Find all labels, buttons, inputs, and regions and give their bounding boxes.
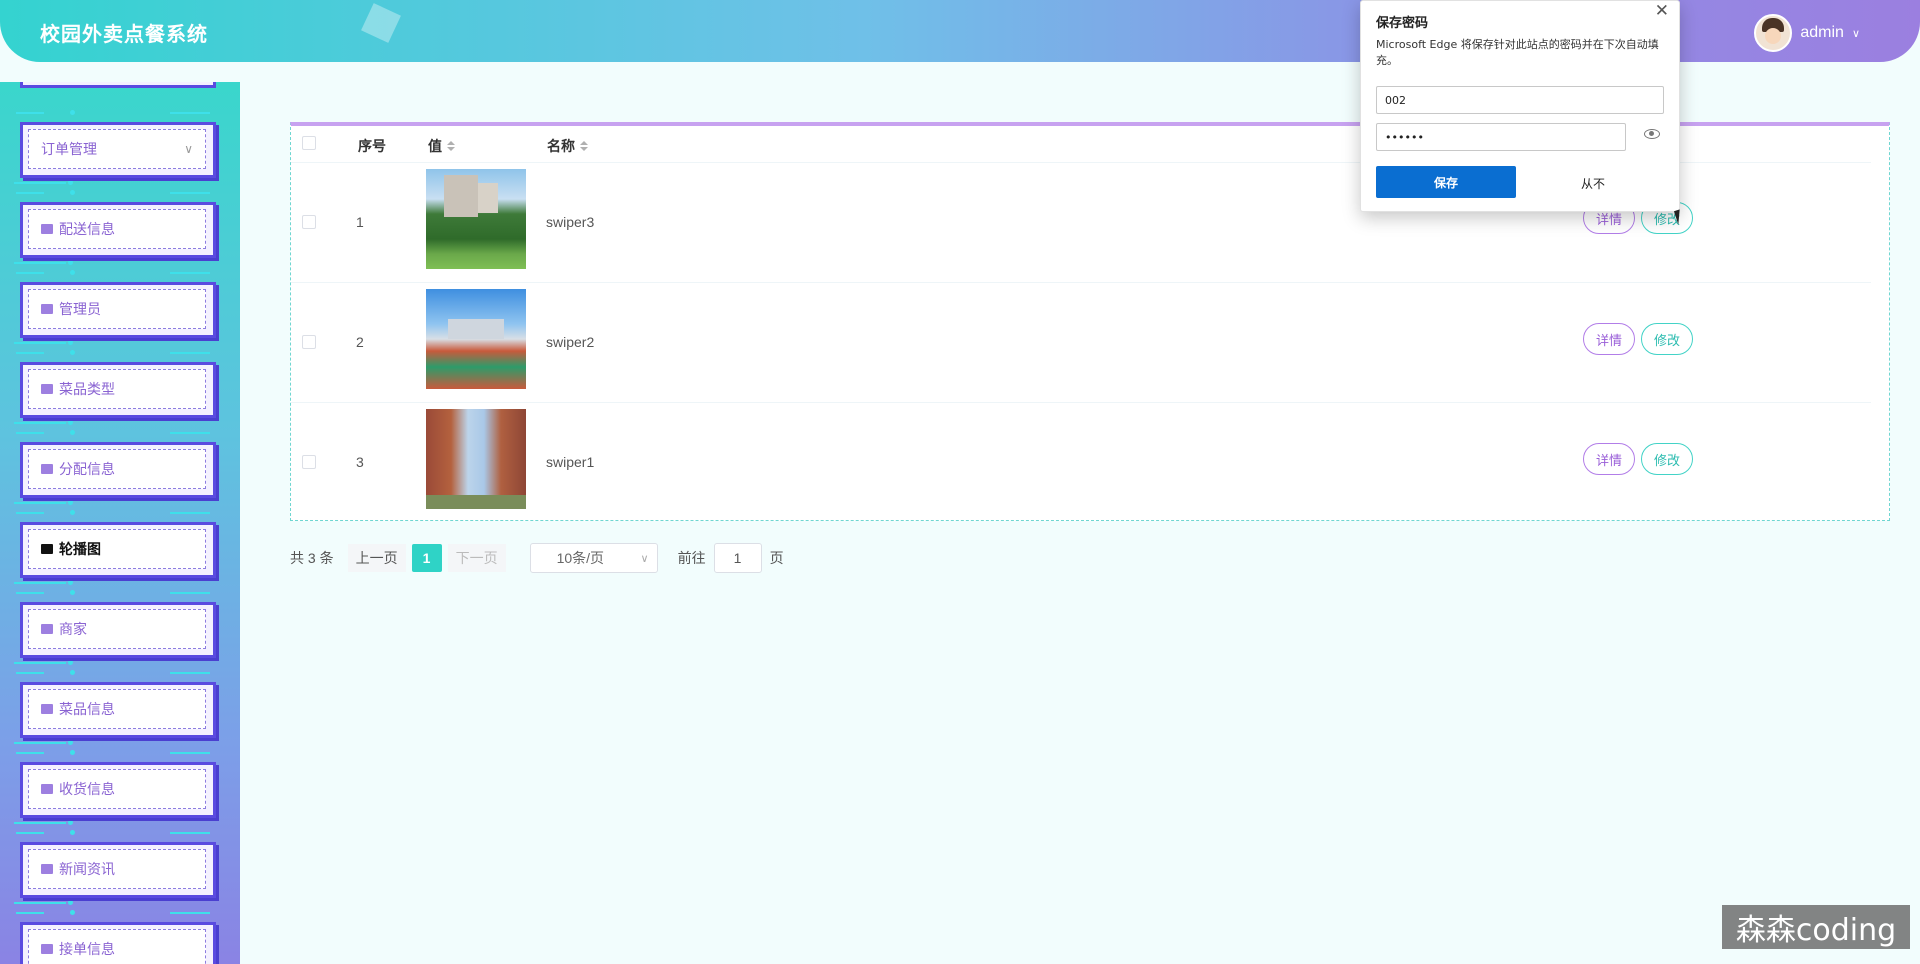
row-name: swiper2 xyxy=(546,334,595,350)
card-icon xyxy=(41,224,53,234)
sidebar-item[interactable]: 收货信息 xyxy=(14,750,216,825)
sidebar-item-inner[interactable]: 订单管理 ∨ xyxy=(28,129,206,169)
sidebar-item-inner[interactable]: 轮播图 xyxy=(28,529,206,569)
sidebar-item-label: 收货信息 xyxy=(59,781,115,797)
box-icon xyxy=(41,784,53,794)
sidebar-item[interactable]: 分配信息 xyxy=(14,430,216,505)
page-number-current[interactable]: 1 xyxy=(411,544,442,572)
news-icon xyxy=(41,864,53,874)
avatar[interactable] xyxy=(1754,14,1793,52)
sidebar-item[interactable]: 接单信息 xyxy=(16,910,216,964)
sidebar-item-inner[interactable]: 菜品类型 xyxy=(28,369,206,409)
swiper-thumbnail[interactable] xyxy=(426,409,526,509)
dialog-title: 保存密码 xyxy=(1376,16,1429,31)
sidebar-item-inner[interactable]: 分配信息 xyxy=(28,449,206,489)
table-row: 2 swiper2 详情 修改 xyxy=(291,282,1871,402)
edit-button[interactable]: 修改 xyxy=(1641,323,1694,355)
sidebar-item[interactable]: 配送信息 xyxy=(14,190,216,265)
app-title: 校园外卖点餐系统 xyxy=(40,22,208,46)
goto-suffix: 页 xyxy=(769,550,784,566)
sidebar-item-label: 轮播图 xyxy=(59,541,101,557)
sidebar-top-fragment xyxy=(20,82,216,88)
save-button[interactable]: 保存 xyxy=(1376,166,1516,198)
goto-page-input[interactable] xyxy=(713,543,762,573)
sort-icon[interactable] xyxy=(580,141,588,151)
sidebar-item-label: 配送信息 xyxy=(59,221,115,237)
sidebar-item[interactable]: 轮播图 xyxy=(14,510,216,585)
swiper-thumbnail[interactable] xyxy=(426,169,526,269)
watermark: 森森coding xyxy=(1722,905,1910,949)
sidebar-item[interactable]: 商家 xyxy=(14,590,216,665)
next-page-button[interactable]: 下一页 xyxy=(447,544,506,572)
row-index: 1 xyxy=(356,214,364,230)
sidebar-item-label: 订单管理 xyxy=(41,141,97,157)
sidebar-item-label: 菜品信息 xyxy=(59,701,115,717)
chevron-down-icon: ∨ xyxy=(640,552,649,565)
page-size-select[interactable]: 10条/页 ∨ xyxy=(529,543,658,573)
goto-label: 前往 xyxy=(677,550,706,566)
col-value[interactable]: 值 xyxy=(428,136,455,156)
header-decoration xyxy=(361,3,401,43)
square-icon xyxy=(41,464,53,474)
close-icon[interactable]: ✕ xyxy=(1655,1,1669,21)
image-icon xyxy=(41,544,53,554)
chevron-down-icon: ∨ xyxy=(184,142,193,156)
user-menu[interactable]: admin ∨ xyxy=(1754,14,1860,52)
row-index: 3 xyxy=(356,454,364,470)
user-icon xyxy=(41,304,53,314)
sidebar-item[interactable]: 菜品类型 xyxy=(14,350,216,425)
sidebar-item-inner[interactable]: 配送信息 xyxy=(28,209,206,249)
sidebar-item[interactable]: 菜品信息 xyxy=(14,670,216,745)
row-index: 2 xyxy=(356,334,364,350)
pagination-total: 共 3 条 xyxy=(290,550,334,566)
person-icon xyxy=(41,624,53,634)
username-field[interactable]: 002 xyxy=(1376,86,1664,114)
eye-icon[interactable] xyxy=(1644,129,1660,139)
col-name[interactable]: 名称 xyxy=(547,136,588,156)
password-field[interactable]: •••••• xyxy=(1376,123,1626,151)
row-name: swiper3 xyxy=(546,214,595,230)
sidebar-item-label: 接单信息 xyxy=(59,941,115,957)
sidebar-item-label: 菜品类型 xyxy=(59,381,115,397)
sidebar-item-inner[interactable]: 收货信息 xyxy=(28,769,206,809)
dialog-description: Microsoft Edge 将保存针对此站点的密码并在下次自动填充。 xyxy=(1376,38,1659,67)
sidebar-item-inner[interactable]: 新闻资讯 xyxy=(28,849,206,889)
sidebar-item-inner[interactable]: 菜品信息 xyxy=(28,689,206,729)
detail-button[interactable]: 详情 xyxy=(1583,443,1636,475)
col-index: 序号 xyxy=(358,138,386,154)
folder-icon xyxy=(41,704,53,714)
select-all-checkbox[interactable] xyxy=(302,136,316,150)
row-checkbox[interactable] xyxy=(302,455,316,469)
sidebar-item[interactable]: 订单管理 ∨ xyxy=(14,110,216,185)
user-name[interactable]: admin xyxy=(1800,24,1844,42)
prev-page-button[interactable]: 上一页 xyxy=(347,544,406,572)
sort-icon[interactable] xyxy=(447,141,455,151)
sidebar-item-label: 商家 xyxy=(59,621,87,637)
never-button[interactable]: 从不 xyxy=(1581,175,1605,192)
sidebar-item-label: 管理员 xyxy=(59,301,101,317)
sidebar: 订单管理 ∨ 配送信息管理员菜品类型分配信息轮播图商家菜品信息收货信息新闻资讯接单信… xyxy=(0,82,240,964)
sidebar-item-inner[interactable]: 接单信息 xyxy=(28,929,206,964)
detail-button[interactable]: 详情 xyxy=(1583,323,1636,355)
table-row: 3 swiper1 详情 修改 xyxy=(291,402,1871,522)
swiper-thumbnail[interactable] xyxy=(426,289,526,389)
sidebar-item[interactable]: 新闻资讯 xyxy=(14,830,216,905)
page-size-value: 10条/页 xyxy=(556,550,605,566)
edit-button[interactable]: 修改 xyxy=(1641,443,1694,475)
sidebar-item-label: 新闻资讯 xyxy=(59,861,115,877)
pagination: 共 3 条 上一页 1 下一页 10条/页 ∨ 前往 页 xyxy=(290,543,784,573)
chevron-down-icon[interactable]: ∨ xyxy=(1852,27,1860,40)
sidebar-item-label: 分配信息 xyxy=(59,461,115,477)
thumb-icon xyxy=(41,384,53,394)
sidebar-item-inner[interactable]: 管理员 xyxy=(28,289,206,329)
sidebar-item[interactable]: 管理员 xyxy=(14,270,216,345)
sidebar-item-inner[interactable]: 商家 xyxy=(28,609,206,649)
row-checkbox[interactable] xyxy=(302,215,316,229)
row-checkbox[interactable] xyxy=(302,335,316,349)
save-password-dialog: 保存密码 ✕ Microsoft Edge 将保存针对此站点的密码并在下次自动填… xyxy=(1360,0,1680,212)
row-name: swiper1 xyxy=(546,454,595,470)
list-icon xyxy=(41,944,53,954)
